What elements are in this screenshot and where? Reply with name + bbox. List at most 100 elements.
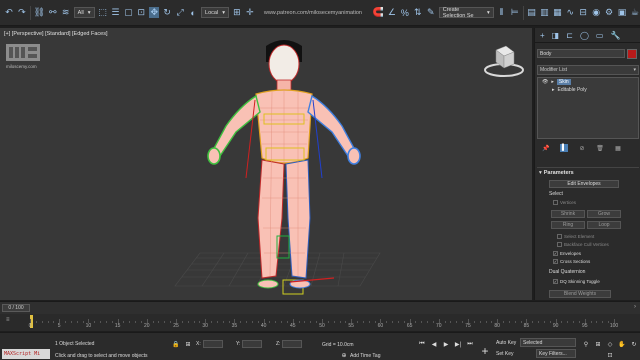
unlink-icon[interactable]: ⚯: [48, 7, 58, 18]
rectangular-region-icon[interactable]: ▢: [123, 7, 133, 18]
zoom-all-icon[interactable]: ⊞: [594, 340, 602, 348]
undo-icon[interactable]: ↶: [4, 7, 14, 18]
play-icon[interactable]: ▶: [442, 340, 450, 348]
character-mesh[interactable]: [207, 40, 361, 295]
stack-item-editable-poly[interactable]: ▸ Editable Poly: [538, 86, 638, 94]
grow-button[interactable]: Grow: [587, 210, 621, 218]
spinner-snap-icon[interactable]: ⇅: [413, 7, 423, 18]
set-key-button[interactable]: Set Key: [494, 349, 516, 358]
go-to-end-icon[interactable]: ⏭: [466, 340, 474, 348]
previous-frame-icon[interactable]: ◀: [430, 340, 438, 348]
reference-coord-dropdown[interactable]: Local ▾: [201, 7, 229, 18]
vertices-checkbox[interactable]: Vertices: [553, 200, 576, 205]
pivot-center-icon[interactable]: ⊞: [232, 7, 242, 18]
remove-modifier-icon[interactable]: 🗑: [596, 144, 604, 152]
dq-skinning-toggle-checkbox[interactable]: ✓ DQ Skinning Toggle: [553, 279, 600, 284]
eye-icon[interactable]: 👁: [542, 79, 548, 85]
absolute-mode-icon[interactable]: ⊞: [184, 340, 192, 348]
edit-envelopes-button[interactable]: Edit Envelopes: [549, 180, 619, 188]
auto-key-button[interactable]: Auto Key: [494, 338, 518, 347]
named-selection-set-dropdown[interactable]: Create Selection Se ▾: [438, 7, 494, 19]
select-and-rotate-icon[interactable]: ↻: [162, 7, 172, 18]
zoom-icon[interactable]: ⚲: [582, 340, 590, 348]
blend-weights-button[interactable]: Blend Weights: [549, 290, 611, 298]
add-time-tag-label[interactable]: Add Time Tag: [350, 353, 380, 359]
select-element-checkbox[interactable]: Select Element: [557, 234, 594, 239]
select-manipulate-icon[interactable]: ✛: [245, 7, 255, 18]
render-setup-icon[interactable]: ⚙: [604, 7, 614, 18]
motion-tab-icon[interactable]: ◯: [580, 31, 589, 40]
hierarchy-tab-icon[interactable]: ⊏: [566, 31, 573, 40]
pin-stack-icon[interactable]: 📌: [542, 144, 550, 152]
scene-explorer-icon[interactable]: ▤: [526, 7, 536, 18]
utilities-tab-icon[interactable]: 🔧: [610, 31, 620, 40]
next-frame-icon[interactable]: ▶|: [454, 340, 462, 348]
window-crossing-icon[interactable]: ⊡: [136, 7, 146, 18]
percent-snap-icon[interactable]: %: [400, 7, 410, 18]
time-tag-icon[interactable]: ⊕: [340, 351, 348, 359]
ring-button[interactable]: Ring: [551, 221, 585, 229]
schematic-view-icon[interactable]: ⊟: [578, 7, 588, 18]
field-of-view-icon[interactable]: ◇: [606, 340, 614, 348]
material-editor-icon[interactable]: ◉: [591, 7, 601, 18]
x-value-field[interactable]: [202, 340, 223, 348]
configure-sets-icon[interactable]: ▦: [614, 144, 622, 152]
envelopes-checkbox[interactable]: ✓ Envelopes: [553, 251, 581, 256]
pan-icon[interactable]: ✋: [618, 340, 626, 348]
set-key-icon[interactable]: +: [478, 344, 492, 358]
create-tab-icon[interactable]: +: [540, 31, 545, 40]
modify-tab-icon[interactable]: ◨: [552, 31, 560, 40]
render-icon[interactable]: ☕: [630, 7, 640, 18]
toggle-ribbon-icon[interactable]: ▦: [552, 7, 562, 18]
show-end-result-icon[interactable]: ▌: [560, 144, 568, 152]
stack-item-skin[interactable]: 👁 ▸ Skin: [538, 78, 638, 86]
perspective-viewport[interactable]: [+] [Perspective] [Standard] [Edged Face…: [0, 28, 532, 300]
display-tab-icon[interactable]: ▭: [596, 31, 604, 40]
expand-arrow-icon[interactable]: ▸: [551, 79, 554, 85]
cross-sections-checkbox[interactable]: ✓ Cross Sections: [553, 259, 590, 264]
z-value-field[interactable]: [282, 340, 303, 348]
z-coordinate[interactable]: Z:: [276, 340, 303, 348]
select-object-icon[interactable]: ⬚: [98, 7, 108, 18]
link-icon[interactable]: ⛓: [34, 7, 45, 18]
track-bar[interactable]: ≡ 0 5 10 15 20 25 30 35 40 45 50 55 60 65 70 75 80 85 90 95…: [0, 314, 640, 331]
y-value-field[interactable]: [242, 340, 263, 348]
maxscript-listener[interactable]: MAXScript Mi: [2, 349, 50, 359]
place-icon[interactable]: ◐: [188, 7, 198, 18]
y-coordinate[interactable]: Y:: [236, 340, 263, 348]
object-color-swatch[interactable]: [627, 49, 637, 59]
rendered-frame-icon[interactable]: ▣: [617, 7, 627, 18]
selection-filter-dropdown[interactable]: All ▾: [73, 7, 95, 18]
key-filters-button[interactable]: Key Filters...: [536, 349, 576, 358]
align-icon[interactable]: ⊨: [510, 7, 520, 18]
redo-icon[interactable]: ↷: [17, 7, 27, 18]
bind-space-warp-icon[interactable]: ≋: [61, 7, 71, 18]
time-slider-thumb[interactable]: 0 / 100: [2, 304, 30, 312]
time-slider-bar[interactable]: 0 / 100 ›: [0, 301, 640, 314]
layer-explorer-icon[interactable]: ▥: [539, 7, 549, 18]
snap-toggle-icon[interactable]: 🧲: [373, 7, 384, 18]
time-next-arrow-icon[interactable]: ›: [634, 304, 636, 310]
angle-snap-icon[interactable]: ∠: [387, 7, 397, 18]
select-and-move-icon[interactable]: ✥: [149, 7, 160, 18]
select-by-name-icon[interactable]: ☰: [110, 7, 120, 18]
expand-arrow-icon[interactable]: ▸: [552, 87, 555, 93]
object-name-field[interactable]: Body: [537, 49, 625, 58]
backface-cull-checkbox[interactable]: Backface Cull Vertices: [557, 242, 609, 247]
modifier-list-dropdown[interactable]: Modifier List ▾: [537, 65, 639, 75]
mirror-icon[interactable]: ⫴: [497, 7, 507, 18]
orbit-icon[interactable]: ↻: [630, 340, 638, 348]
edit-named-selection-icon[interactable]: ✎: [426, 7, 436, 18]
curve-editor-icon[interactable]: ∿: [565, 7, 575, 18]
parameters-rollout-header[interactable]: ▾ Parameters: [537, 167, 639, 177]
shrink-button[interactable]: Shrink: [551, 210, 585, 218]
x-coordinate[interactable]: X:: [196, 340, 223, 348]
key-selection-dropdown[interactable]: Selected: [520, 338, 576, 347]
select-and-scale-icon[interactable]: ⤢: [175, 7, 185, 18]
make-unique-icon[interactable]: ⊘: [578, 144, 586, 152]
lock-selection-icon[interactable]: 🔒: [172, 340, 180, 348]
loop-button[interactable]: Loop: [587, 221, 621, 229]
go-to-start-icon[interactable]: ⏮: [418, 340, 426, 348]
mini-curve-editor-icon[interactable]: ≡: [6, 317, 10, 323]
maximize-viewport-icon[interactable]: ⊡: [606, 351, 614, 359]
